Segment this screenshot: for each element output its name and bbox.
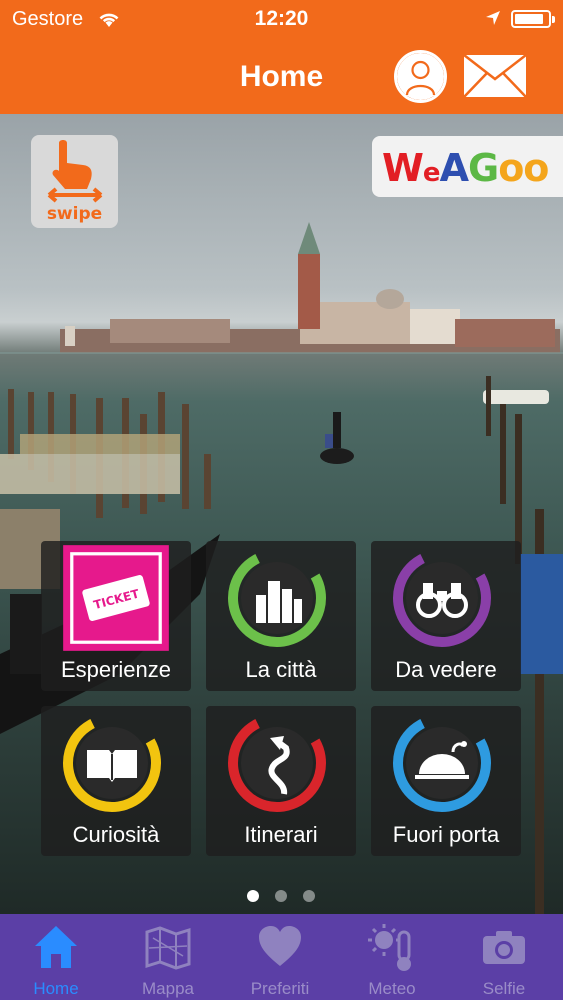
- open-book-icon: [62, 714, 161, 812]
- tile-label: Itinerari: [244, 822, 318, 847]
- tile-label: Da vedere: [395, 657, 497, 682]
- tab-label: Meteo: [368, 979, 416, 998]
- page-dot[interactable]: [275, 890, 287, 902]
- map-icon: [145, 926, 191, 970]
- tile-label: Esperienze: [60, 657, 172, 682]
- home-content[interactable]: swipe WeAGoo TICKET Esperienze La città …: [0, 114, 563, 914]
- tab-bar: Home Mappa Preferiti Meteo Selfie: [0, 914, 563, 1000]
- status-time: 12:20: [254, 7, 309, 30]
- mail-envelope-icon[interactable]: [463, 54, 527, 98]
- tab-preferiti[interactable]: Preferiti: [224, 914, 336, 1000]
- tab-label: Preferiti: [250, 979, 310, 998]
- page-dot-active[interactable]: [247, 890, 259, 902]
- tab-label: Mappa: [142, 979, 194, 998]
- weagoo-logo: WeAGoo: [372, 136, 563, 197]
- nav-bar: Home: [0, 40, 563, 114]
- brand-logo-text: WeAGoo: [382, 146, 549, 190]
- tile-itinerari[interactable]: Itinerari: [206, 706, 356, 856]
- city-buildings-icon: [228, 549, 326, 647]
- battery-icon: [511, 10, 555, 28]
- tab-meteo[interactable]: Meteo: [336, 914, 448, 1000]
- status-bar: Gestore 12:20: [0, 0, 563, 40]
- weather-thermometer-icon: [368, 924, 411, 971]
- heart-icon: [259, 926, 301, 966]
- ticket-icon: TICKET: [63, 545, 169, 651]
- user-profile-icon[interactable]: [394, 50, 447, 103]
- tab-selfie[interactable]: Selfie: [448, 914, 560, 1000]
- tile-curiosita[interactable]: Curiosità: [41, 706, 191, 856]
- tab-mappa[interactable]: Mappa: [112, 914, 224, 1000]
- page-indicator[interactable]: [247, 890, 315, 902]
- tile-label: La città: [245, 657, 317, 682]
- tab-label: Home: [33, 979, 79, 998]
- swipe-badge-text: swipe: [46, 204, 103, 224]
- tile-fuori-porta[interactable]: Fuori porta: [371, 706, 521, 856]
- winding-road-icon: [228, 714, 326, 812]
- tile-esperienze[interactable]: TICKET Esperienze: [41, 541, 191, 691]
- home-icon: [35, 926, 77, 968]
- camera-icon: [483, 931, 525, 964]
- dish-cloche-icon: [393, 714, 491, 812]
- swipe-hint-badge: swipe: [31, 135, 118, 228]
- tile-label: Curiosità: [72, 822, 160, 847]
- tab-label: Selfie: [482, 979, 526, 998]
- page-dot[interactable]: [303, 890, 315, 902]
- tile-da-vedere[interactable]: Da vedere: [371, 541, 521, 691]
- swipe-hand-icon: [47, 140, 103, 203]
- tile-label: Fuori porta: [392, 822, 500, 847]
- tile-la-citta[interactable]: La città: [206, 541, 356, 691]
- tab-home[interactable]: Home: [0, 914, 112, 1000]
- binoculars-icon: [393, 549, 491, 647]
- location-arrow-icon: [486, 11, 500, 25]
